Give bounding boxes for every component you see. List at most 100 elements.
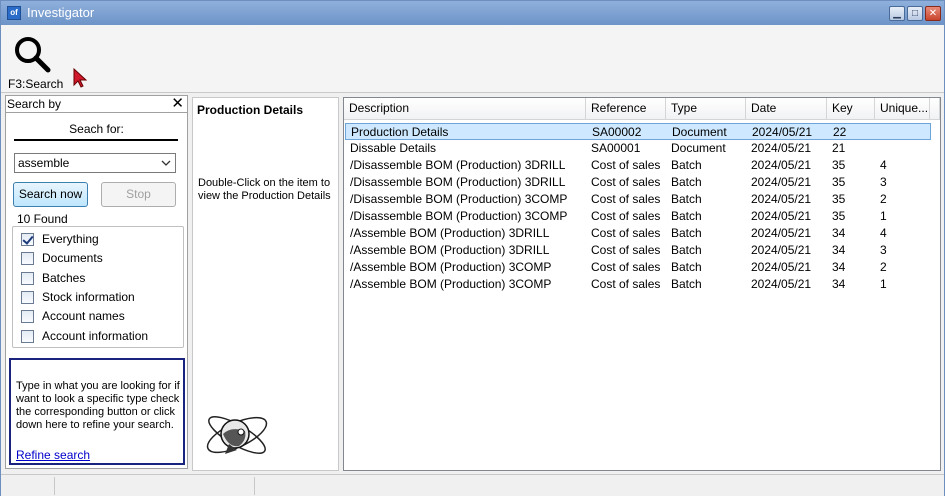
- cell-unique: 4: [880, 158, 887, 172]
- cell-type: Batch: [671, 243, 702, 257]
- cell-key: 22: [833, 125, 847, 139]
- maximize-button[interactable]: □: [907, 6, 923, 21]
- table-row[interactable]: Production Details SA00002 Document 2024/05…: [345, 123, 931, 140]
- filter-label: Everything: [42, 232, 99, 246]
- column-header-date[interactable]: Date: [746, 98, 827, 120]
- status-segment: [1, 477, 55, 495]
- cell-date: 2024/05/21: [751, 158, 812, 172]
- search-panel: Search by ✕ Seach for: assemble Search n…: [5, 95, 188, 469]
- cell-unique: 1: [880, 277, 887, 291]
- cell-type: Batch: [671, 192, 702, 206]
- column-header-key[interactable]: Key: [827, 98, 875, 120]
- table-row[interactable]: /Assemble BOM (Production) 3COMP Cost of …: [345, 259, 931, 276]
- cell-date: 2024/05/21: [751, 209, 812, 223]
- cell-description: /Assemble BOM (Production) 3DRILL: [350, 226, 550, 240]
- cell-reference: SA00001: [591, 141, 641, 155]
- cell-type: Batch: [671, 175, 702, 189]
- filter-label: Account names: [42, 309, 125, 323]
- close-button[interactable]: ✕: [925, 6, 941, 21]
- cell-reference: Cost of sales: [591, 175, 661, 189]
- search-tool-button[interactable]: F3:Search: [7, 29, 64, 91]
- cell-key: 34: [832, 226, 846, 240]
- window-title: Investigator: [27, 5, 95, 20]
- status-segment: [55, 477, 255, 495]
- table-row[interactable]: /Disassemble BOM (Production) 3DRILL Cost…: [345, 174, 931, 191]
- cell-key: 35: [832, 158, 846, 172]
- cell-reference: Cost of sales: [591, 277, 661, 291]
- table-row[interactable]: /Assemble BOM (Production) 3DRILL Cost of…: [345, 242, 931, 259]
- column-header-reference[interactable]: Reference: [586, 98, 666, 120]
- cell-reference: Cost of sales: [591, 158, 661, 172]
- search-tool-label: F3:Search: [8, 77, 64, 91]
- cell-date: 2024/05/21: [751, 260, 812, 274]
- cell-date: 2024/05/21: [752, 125, 813, 139]
- search-input[interactable]: assemble: [14, 153, 176, 173]
- title-bar[interactable]: of Investigator ▁ □ ✕: [1, 1, 944, 25]
- refine-search-link[interactable]: Refine search: [16, 448, 90, 462]
- cell-date: 2024/05/21: [751, 243, 812, 257]
- cell-reference: Cost of sales: [591, 243, 661, 257]
- minimize-button[interactable]: ▁: [889, 6, 905, 21]
- table-row[interactable]: /Assemble BOM (Production) 3COMP Cost of …: [345, 276, 931, 293]
- cell-description: /Assemble BOM (Production) 3COMP: [350, 260, 552, 274]
- toolbar: F3:Search: [1, 25, 944, 93]
- column-header-type[interactable]: Type: [666, 98, 746, 120]
- table-row[interactable]: /Disassemble BOM (Production) 3COMP Cost …: [345, 191, 931, 208]
- cell-unique: 3: [880, 175, 887, 189]
- column-header-description[interactable]: Description: [344, 98, 586, 120]
- cell-unique: 1: [880, 209, 887, 223]
- search-by-header: Search by ✕: [6, 95, 187, 113]
- status-bar: [1, 474, 944, 496]
- cell-type: Batch: [671, 209, 702, 223]
- cell-reference: Cost of sales: [591, 260, 661, 274]
- close-icon[interactable]: ✕: [171, 95, 184, 112]
- cell-unique: 3: [880, 243, 887, 257]
- cell-date: 2024/05/21: [751, 192, 812, 206]
- results-count: 10 Found: [17, 212, 68, 226]
- chevron-down-icon[interactable]: [160, 157, 172, 169]
- checkbox[interactable]: [21, 310, 34, 323]
- cell-description: Dissable Details: [350, 141, 437, 155]
- filter-label: Documents: [42, 251, 103, 265]
- cell-description: /Disassemble BOM (Production) 3DRILL: [350, 175, 566, 189]
- cell-description: Production Details: [351, 125, 449, 139]
- stop-button[interactable]: Stop: [101, 182, 176, 207]
- cell-description: /Disassemble BOM (Production) 3DRILL: [350, 158, 566, 172]
- cell-date: 2024/05/21: [751, 141, 812, 155]
- cell-key: 35: [832, 192, 846, 206]
- investigator-window: of Investigator ▁ □ ✕ F3:Search Search b…: [0, 0, 945, 496]
- cell-unique: 2: [880, 260, 887, 274]
- divider: [14, 139, 178, 141]
- checkbox[interactable]: [21, 330, 34, 343]
- column-header-filler: [930, 98, 940, 120]
- cell-type: Batch: [671, 260, 702, 274]
- results-list[interactable]: Description Reference Type Date Key Uniq…: [343, 97, 941, 471]
- column-header-unique[interactable]: Unique...: [875, 98, 930, 120]
- cell-unique: 2: [880, 192, 887, 206]
- checkbox[interactable]: [21, 272, 34, 285]
- cell-type: Document: [672, 125, 727, 139]
- checkbox[interactable]: [21, 252, 34, 265]
- cell-description: /Disassemble BOM (Production) 3COMP: [350, 209, 568, 223]
- table-row[interactable]: /Disassemble BOM (Production) 3DRILL Cost…: [345, 157, 931, 174]
- filter-label: Stock information: [42, 290, 135, 304]
- cell-key: 35: [832, 175, 846, 189]
- filter-options: Everything Documents Batches Stock infor…: [12, 226, 184, 348]
- search-for-label: Seach for:: [69, 122, 124, 136]
- magnifier-icon: [15, 37, 51, 73]
- filter-label: Batches: [42, 271, 86, 285]
- cell-unique: 4: [880, 226, 887, 240]
- cell-reference: Cost of sales: [591, 226, 661, 240]
- app-icon: of: [7, 6, 21, 20]
- cell-reference: Cost of sales: [591, 209, 661, 223]
- help-box: Type in what you are looking for if want…: [9, 358, 185, 465]
- search-now-button[interactable]: Search now: [13, 182, 88, 207]
- cell-description: /Assemble BOM (Production) 3DRILL: [350, 243, 550, 257]
- table-row[interactable]: /Disassemble BOM (Production) 3COMP Cost …: [345, 208, 931, 225]
- checkbox[interactable]: [21, 291, 34, 304]
- table-row[interactable]: /Assemble BOM (Production) 3DRILL Cost of…: [345, 225, 931, 242]
- cell-key: 34: [832, 243, 846, 257]
- checkbox[interactable]: [21, 233, 34, 246]
- cell-type: Batch: [671, 226, 702, 240]
- table-row[interactable]: Dissable Details SA00001 Document 2024/05/2…: [345, 140, 931, 157]
